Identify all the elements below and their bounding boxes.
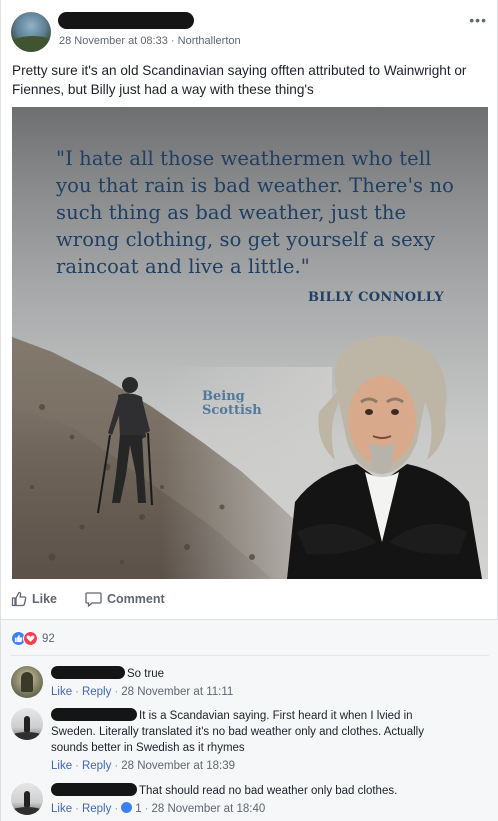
post-location[interactable]: Northallerton	[178, 35, 241, 47]
commenter-name-redacted[interactable]	[51, 783, 137, 796]
commenter-avatar[interactable]	[11, 666, 43, 698]
meta-separator: ·	[170, 35, 175, 47]
comment-actions: Like · Reply · 1 · 28 November at 18:40	[51, 802, 266, 815]
post-image[interactable]: "I hate all those weathermen who tell yo…	[12, 107, 488, 579]
commenter-name-redacted[interactable]	[51, 666, 125, 679]
comment-reply-link[interactable]: Reply	[82, 760, 111, 772]
comment-reply-link[interactable]: Reply	[82, 803, 111, 815]
being-scottish-watermark: Being Scottish	[202, 390, 262, 418]
comment-timestamp[interactable]: 28 November at 18:39	[121, 760, 235, 772]
reactions-divider	[11, 655, 489, 656]
comment-reply-link[interactable]: Reply	[82, 686, 111, 698]
reaction-count: 92	[42, 632, 55, 645]
more-options-icon[interactable]: •••	[469, 12, 487, 28]
like-label: Like	[32, 592, 58, 606]
comment-text: That should read no bad weather only bad…	[139, 785, 398, 797]
author-name-redacted[interactable]	[58, 12, 194, 29]
reactions-summary[interactable]: 92	[11, 631, 55, 646]
comment-actions: Like · Reply · 28 November at 11:11	[51, 686, 234, 698]
facebook-post: 28 November at 08:33 · Northallerton •••…	[0, 0, 498, 821]
commenter-avatar[interactable]	[11, 708, 43, 740]
thumbs-up-icon	[11, 591, 27, 607]
comment-button[interactable]: Comment	[85, 591, 165, 607]
comment-like-link[interactable]: Like	[51, 760, 72, 772]
billy-connolly-portrait	[287, 335, 482, 579]
comment-label: Comment	[107, 592, 165, 606]
comment-like-link[interactable]: Like	[51, 803, 72, 815]
love-reaction-icon	[23, 631, 38, 646]
watermark-line-1: Being	[202, 389, 245, 404]
commenter-name-redacted[interactable]	[51, 708, 137, 721]
commenter-avatar[interactable]	[11, 783, 43, 815]
comment-text: So true	[127, 668, 165, 680]
watermark-line-2: Scottish	[202, 403, 262, 418]
hiker-figure	[97, 377, 153, 514]
comment-like-count-icon	[121, 802, 133, 813]
quote-attribution: BILLY CONNOLLY	[307, 290, 444, 305]
comment-actions: Like · Reply · 28 November at 18:39	[51, 760, 235, 772]
comment-timestamp[interactable]: 28 November at 18:40	[151, 803, 265, 815]
post-meta: 28 November at 08:33 · Northallerton	[59, 35, 241, 47]
post-action-bar: Like Comment	[11, 588, 489, 610]
comment-bubble-icon	[85, 592, 102, 607]
comment-like-count[interactable]: 1	[135, 803, 141, 815]
comment-like-link[interactable]: Like	[51, 686, 72, 698]
author-avatar[interactable]	[11, 12, 51, 52]
like-button[interactable]: Like	[11, 591, 57, 607]
quote-text: "I hate all those weathermen who tell yo…	[56, 147, 454, 278]
comment-timestamp[interactable]: 28 November at 11:11	[121, 686, 233, 698]
post-timestamp[interactable]: 28 November at 08:33	[59, 35, 168, 47]
post-text: Pretty sure it's an old Scandinavian say…	[12, 63, 467, 97]
